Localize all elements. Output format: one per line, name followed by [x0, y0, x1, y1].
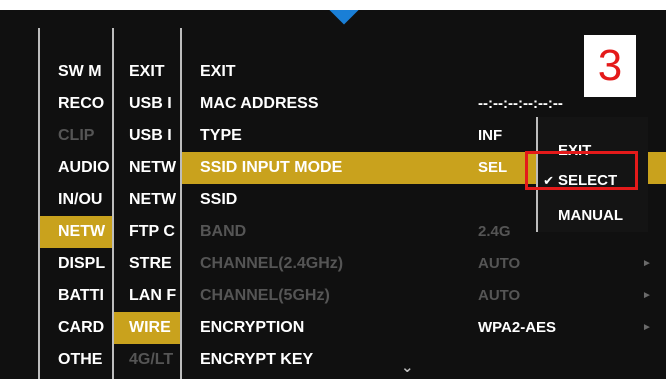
sub-menu-item[interactable]: STRE	[114, 248, 180, 280]
submenu-arrow-icon: ►	[642, 258, 652, 269]
sub-menu-item[interactable]: WIRE	[114, 312, 180, 344]
popup-option-label: MANUAL	[558, 207, 623, 224]
sub-menu-item[interactable]: NETW	[114, 184, 180, 216]
setting-item-value: WPA2-AES	[478, 319, 557, 336]
sub-menu-item: 4G/LT	[114, 344, 180, 376]
sub-menu-item-label: USB I	[129, 127, 172, 144]
main-menu-item-label: BATTI	[58, 287, 104, 304]
main-menu-item-label: AUDIO	[58, 159, 110, 176]
sub-menu-item-label: NETW	[129, 191, 177, 208]
setting-item-label: EXIT	[200, 63, 236, 80]
main-menu-item-label: DISPL	[58, 255, 106, 272]
pointer-arrow-icon	[328, 10, 360, 25]
submenu-arrow-icon: ►	[642, 290, 652, 301]
setting-item-label: ENCRYPTION	[200, 319, 305, 336]
main-menu-item[interactable]: DISPL	[40, 248, 112, 280]
popup-option-manual[interactable]: MANUAL	[538, 204, 648, 228]
setting-item-label: SSID INPUT MODE	[200, 159, 343, 176]
main-menu-item[interactable]: SW M	[40, 56, 112, 88]
sub-menu-item[interactable]: LAN F	[114, 280, 180, 312]
setting-item: CHANNEL(5GHz) AUTO ►	[182, 280, 666, 312]
sub-menu-item-label: LAN F	[129, 287, 177, 304]
main-menu-item[interactable]: RECO	[40, 88, 112, 120]
setting-item-label: MAC ADDRESS	[200, 95, 319, 112]
sub-menu-item[interactable]: EXIT	[114, 56, 180, 88]
setting-item-value: INF	[478, 127, 503, 144]
setting-item-label: CHANNEL(5GHz)	[200, 287, 330, 304]
highlight-annotation-box	[525, 151, 638, 190]
main-menu-item[interactable]: OTHE	[40, 344, 112, 376]
main-menu-item-label: IN/OU	[58, 191, 103, 208]
setting-item-value: 2.4G	[478, 223, 511, 240]
setting-item-label: CHANNEL(2.4GHz)	[200, 255, 344, 272]
sub-menu-item-label: 4G/LT	[129, 351, 174, 368]
sub-menu-item[interactable]: NETW	[114, 152, 180, 184]
main-menu-item: CLIP	[40, 120, 112, 152]
main-menu-item-label: OTHE	[58, 351, 103, 368]
sub-menu-item-label: EXIT	[129, 63, 165, 80]
main-menu-column: SW M RECO CLIP AUDIO IN/OU NETW DISPL BATTI CARD…	[38, 28, 112, 379]
main-menu-item[interactable]: BATTI	[40, 280, 112, 312]
setting-item: CHANNEL(2.4GHz) AUTO ►	[182, 248, 666, 280]
setting-item-label: BAND	[200, 223, 247, 240]
setting-item-label: ENCRYPT KEY	[200, 351, 314, 368]
setting-item-label: TYPE	[200, 127, 242, 144]
sub-menu-item-label: WIRE	[129, 319, 171, 336]
setting-item-value: AUTO	[478, 255, 521, 272]
step-number-badge: 3	[584, 35, 636, 97]
sub-menu-item-label: USB I	[129, 95, 172, 112]
main-menu-item-label: SW M	[58, 63, 102, 80]
setting-item-value: AUTO	[478, 287, 521, 304]
submenu-arrow-icon: ►	[642, 322, 652, 333]
sub-menu-item-label: STRE	[129, 255, 172, 272]
main-menu-item[interactable]: IN/OU	[40, 184, 112, 216]
sub-menu-item[interactable]: USB I	[114, 88, 180, 120]
main-menu-item-label: NETW	[58, 223, 106, 240]
setting-item[interactable]: ENCRYPT KEY	[182, 344, 666, 376]
camera-menu-screen: SW M RECO CLIP AUDIO IN/OU NETW DISPL BATTI CARD…	[0, 10, 666, 379]
scroll-down-icon[interactable]: ⌄	[401, 358, 421, 376]
sub-menu-item-label: FTP C	[129, 223, 175, 240]
sub-menu-item[interactable]: USB I	[114, 120, 180, 152]
main-menu-item-label: RECO	[58, 95, 105, 112]
setting-item-value: SEL	[478, 159, 508, 176]
setting-item-value: --:--:--:--:--:--	[478, 95, 563, 112]
sub-menu-item[interactable]: FTP C	[114, 216, 180, 248]
main-menu-item[interactable]: AUDIO	[40, 152, 112, 184]
sub-menu-item-label: NETW	[129, 159, 177, 176]
sub-menu-column: EXIT USB I USB I NETW NETW FTP C STRE LAN F WIRE…	[112, 28, 180, 379]
setting-item[interactable]: ENCRYPTION WPA2-AES ►	[182, 312, 666, 344]
main-menu-item[interactable]: CARD	[40, 312, 112, 344]
setting-item-label: SSID	[200, 191, 238, 208]
main-menu-item-label: CARD	[58, 319, 105, 336]
main-menu-item[interactable]: NETW	[40, 216, 112, 248]
main-menu-item-label: CLIP	[58, 127, 95, 144]
